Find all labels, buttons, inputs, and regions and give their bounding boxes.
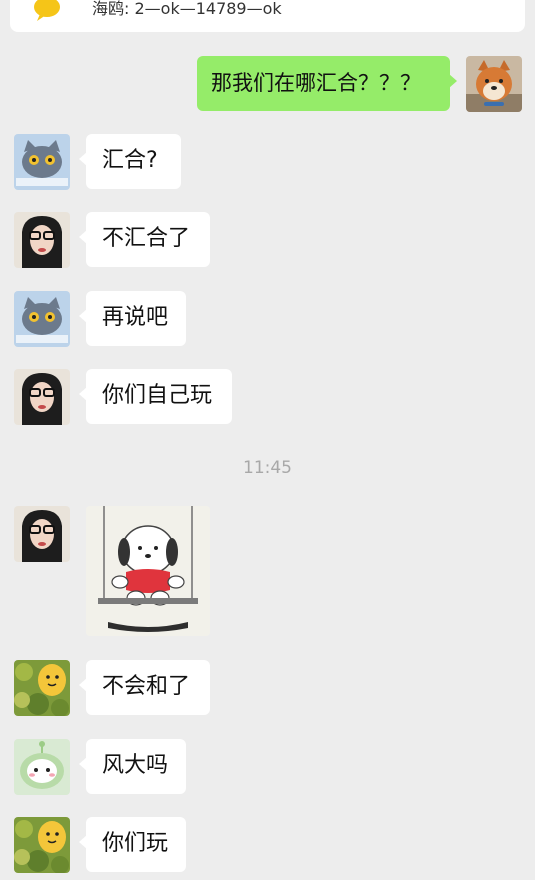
gray-cat-avatar[interactable] [14, 134, 70, 190]
message-bubble[interactable]: 不汇合了 [79, 212, 210, 267]
yellow-face-leaves-avatar[interactable] [14, 660, 70, 716]
notice-text: 海鸥: 2—ok—14789—ok [92, 0, 282, 18]
notice-card[interactable]: 海鸥: 2—ok—14789—ok [10, 0, 525, 32]
chat-bubble-icon [34, 0, 60, 21]
message-bubble[interactable]: 不会和了 [79, 660, 210, 715]
pochacco-swing-sticker[interactable] [86, 506, 210, 636]
green-cute-avatar[interactable] [14, 739, 70, 795]
message-bubble[interactable]: 汇合? [79, 134, 181, 189]
gray-cat-avatar[interactable] [14, 291, 70, 347]
girl-glasses-avatar[interactable] [14, 212, 70, 268]
girl-glasses-avatar[interactable] [14, 506, 70, 562]
message-bubble[interactable]: 你们玩 [79, 817, 186, 872]
message-bubble[interactable]: 那我们在哪汇合？？？ [197, 56, 457, 111]
shiba-dog-avatar[interactable] [466, 56, 522, 112]
message-bubble[interactable]: 再说吧 [79, 291, 186, 346]
girl-glasses-avatar[interactable] [14, 369, 70, 425]
message-bubble[interactable]: 风大吗 [79, 739, 186, 794]
message-bubble[interactable]: 你们自己玩 [79, 369, 232, 424]
chat-timestamp: 11:45 [243, 458, 292, 478]
yellow-face-leaves-avatar[interactable] [14, 817, 70, 873]
